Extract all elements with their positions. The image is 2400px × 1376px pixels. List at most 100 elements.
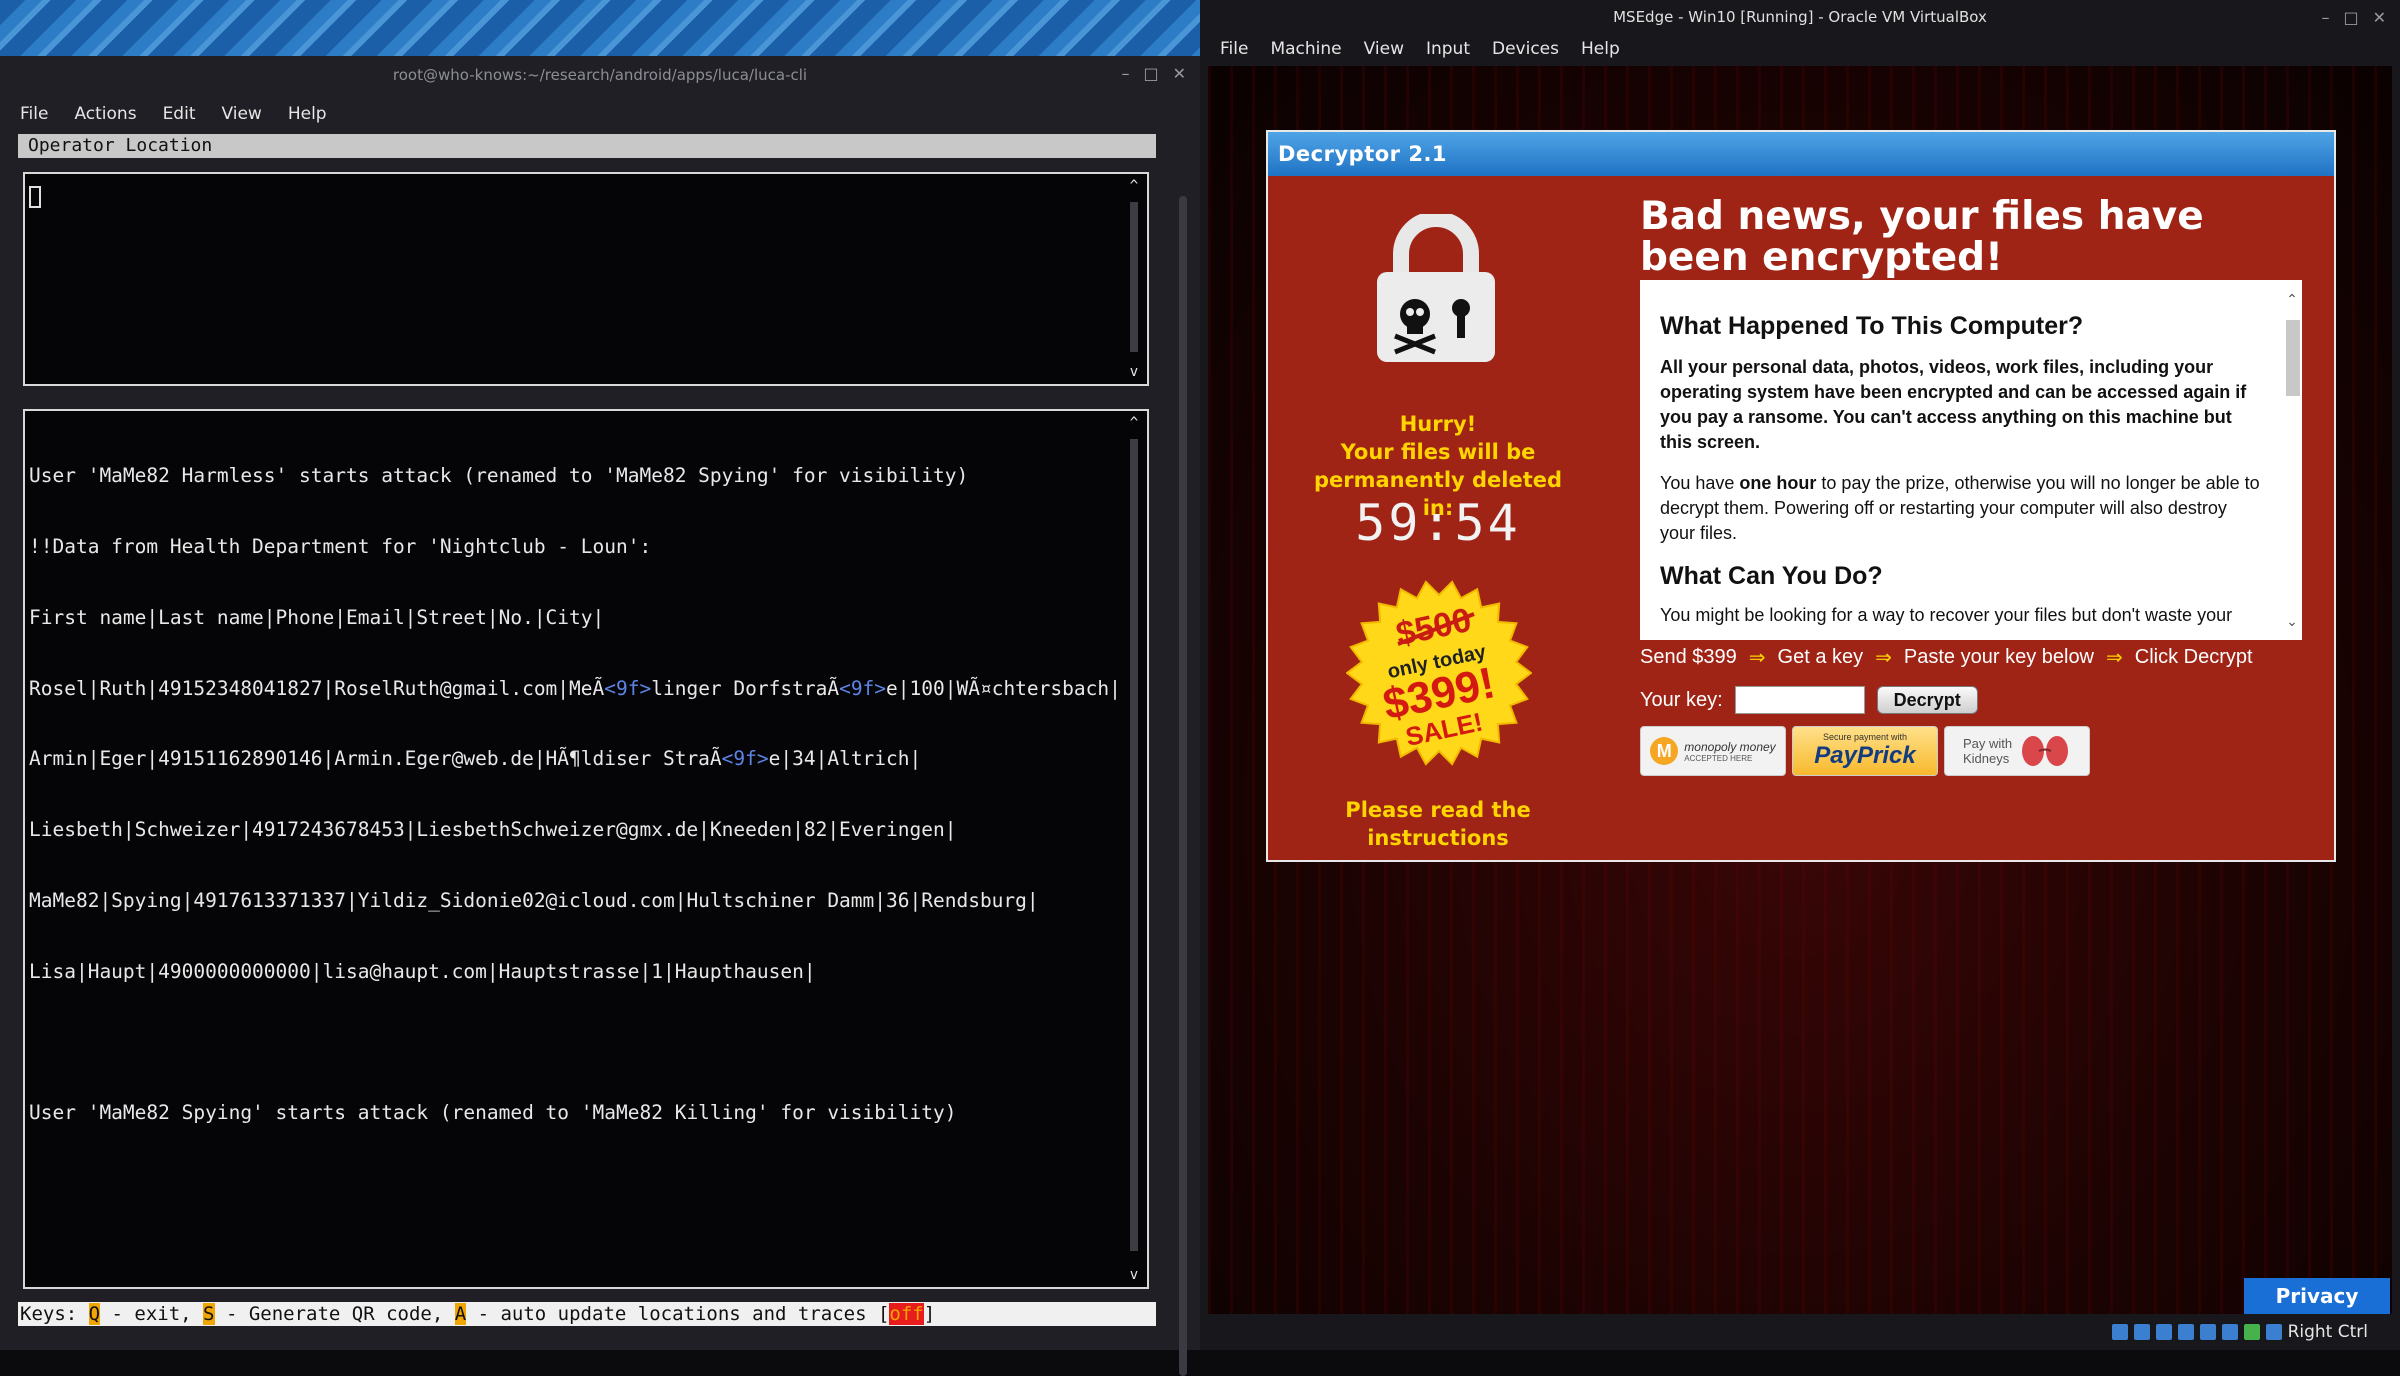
usb-icon[interactable]: [2199, 1324, 2216, 1340]
network-icon[interactable]: [2177, 1324, 2194, 1340]
terminal-body: Operator Location ^ v User 'MaMe82 Harml…: [18, 134, 1156, 1326]
scroll-track[interactable]: [1130, 202, 1138, 352]
arrow-icon: ⇒: [1748, 647, 1766, 669]
menu-machine[interactable]: Machine: [1270, 39, 1341, 59]
scroll-down-icon[interactable]: v: [1127, 1267, 1141, 1283]
minimize-icon[interactable]: –: [1121, 64, 1129, 83]
log-line: First name|Last name|Phone|Email|Street|…: [29, 605, 605, 629]
vbox-menubar: File Machine View Input Devices Help: [1200, 34, 2400, 64]
payment-options: M monopoly money ACCEPTED HERE Secure pa…: [1640, 726, 2090, 776]
paragraph-one-hour: You have one hour to pay the prize, othe…: [1660, 471, 2260, 546]
maximize-icon[interactable]: □: [1143, 64, 1158, 83]
menu-edit[interactable]: Edit: [163, 104, 196, 124]
close-icon[interactable]: ✕: [2373, 8, 2386, 27]
menu-view[interactable]: View: [1364, 39, 1404, 59]
host-key-label: Right Ctrl: [2287, 1322, 2368, 1342]
decryptor-dialog: Decryptor 2.1 Hurry! Your files will be …: [1266, 130, 2336, 862]
optical-drive-icon[interactable]: [2133, 1324, 2150, 1340]
menu-devices[interactable]: Devices: [1492, 39, 1559, 59]
capture-icon[interactable]: [2243, 1324, 2260, 1340]
keys-prefix: Keys:: [20, 1303, 89, 1325]
keys-suffix: ]: [923, 1303, 936, 1325]
menu-file[interactable]: File: [20, 104, 48, 124]
instructions-scrollbar[interactable]: ⌃ ⌄: [2282, 280, 2302, 640]
minimize-icon[interactable]: –: [2321, 8, 2329, 27]
text-emphasis: one hour: [1739, 473, 1817, 493]
terminal-scrollbar[interactable]: [1179, 196, 1187, 1376]
sale-badge: $500 only today $399! SALE!: [1346, 580, 1532, 766]
vbox-title: MSEdge - Win10 [Running] - Oracle VM Vir…: [1613, 8, 1987, 26]
scroll-track[interactable]: [1130, 439, 1138, 1251]
step-paste-key: Paste your key below: [1903, 646, 2095, 668]
scroll-down-icon[interactable]: v: [1127, 364, 1141, 380]
terminal-title: root@who-knows:~/research/android/apps/l…: [392, 66, 808, 84]
vbox-titlebar: MSEdge - Win10 [Running] - Oracle VM Vir…: [1200, 0, 2400, 34]
padlock-skull-icon: [1377, 214, 1495, 362]
chevron-up-icon[interactable]: ⌃: [2282, 292, 2302, 308]
text-run: You have: [1660, 473, 1740, 493]
virtualbox-window: MSEdge - Win10 [Running] - Oracle VM Vir…: [1200, 0, 2400, 1350]
log-output: User 'MaMe82 Harmless' starts attack (re…: [29, 417, 1121, 1172]
scroll-up-icon[interactable]: ^: [1127, 415, 1141, 431]
payment-steps: Send $399 ⇒ Get a key ⇒ Paste your key b…: [1640, 645, 2330, 670]
menu-view[interactable]: View: [221, 104, 261, 124]
monopoly-title: monopoly money: [1684, 739, 1776, 754]
menu-help[interactable]: Help: [288, 104, 327, 124]
hotkey-a-desc: - auto update locations and traces [: [466, 1303, 890, 1325]
step-get-key: Get a key: [1777, 646, 1864, 668]
monopoly-text: monopoly money ACCEPTED HERE: [1684, 740, 1775, 763]
log-line: Armin|Eger|49151162890146|Armin.Eger@web…: [29, 747, 922, 771]
hotkey-a: A: [454, 1303, 467, 1325]
monopoly-sub: ACCEPTED HERE: [1684, 753, 1753, 763]
log-line: MaMe82|Spying|4917613371337|Yildiz_Sidon…: [29, 888, 1039, 912]
log-scrollbar[interactable]: ^ v: [1127, 415, 1141, 1283]
scroll-thumb[interactable]: [2286, 320, 2300, 396]
log-pane[interactable]: User 'MaMe82 Harmless' starts attack (re…: [23, 409, 1149, 1289]
paragraph-recover: You might be looking for a way to recove…: [1660, 605, 2233, 625]
log-line: User 'MaMe82 Harmless' starts attack (re…: [29, 464, 969, 488]
hard-disk-icon[interactable]: [2111, 1324, 2128, 1340]
ransom-headline: Bad news, your files have been encrypted…: [1640, 194, 2204, 280]
instructions-content: What Happened To This Computer? All your…: [1660, 312, 2260, 640]
paragraph-encrypted: All your personal data, photos, videos, …: [1660, 357, 2247, 452]
window-controls: – □ ✕: [2321, 8, 2386, 27]
decrypt-button[interactable]: Decrypt: [1876, 686, 1978, 714]
dialog-title: Decryptor 2.1: [1268, 132, 2334, 176]
maximize-icon[interactable]: □: [2343, 8, 2358, 27]
desktop-wallpaper: [0, 0, 1200, 56]
text-cursor: [29, 186, 41, 208]
left-panel: Hurry! Your files will be permanently de…: [1268, 176, 1608, 862]
audio-icon[interactable]: [2155, 1324, 2172, 1340]
close-icon[interactable]: ✕: [1173, 64, 1186, 83]
step-send: Send $399: [1640, 646, 1737, 668]
terminal-window: root@who-knows:~/research/android/apps/l…: [0, 56, 1200, 1376]
operator-location-pane[interactable]: ^ v: [23, 172, 1149, 386]
heading-what-happened: What Happened To This Computer?: [1660, 312, 2084, 340]
pay-with-kidneys-button[interactable]: Pay with Kidneys: [1944, 726, 2090, 776]
section-header: Operator Location: [18, 134, 1156, 158]
hotkey-q-desc: - exit,: [100, 1303, 204, 1325]
menu-help[interactable]: Help: [1581, 39, 1620, 59]
terminal-titlebar: root@who-knows:~/research/android/apps/l…: [0, 56, 1200, 94]
arrow-icon: ⇒: [1875, 647, 1892, 669]
payprick-button[interactable]: Secure payment with PayPrick: [1792, 726, 1938, 776]
key-input[interactable]: [1734, 686, 1865, 714]
vm-screen[interactable]: Decryptor 2.1 Hurry! Your files will be …: [1208, 66, 2392, 1314]
payprick-caption: Secure payment with: [1822, 732, 1908, 742]
menu-file[interactable]: File: [1220, 39, 1248, 59]
step-click-decrypt: Click Decrypt: [2134, 646, 2253, 668]
kidneys-icon: [2022, 736, 2068, 766]
privacy-button[interactable]: Privacy: [2244, 1278, 2390, 1314]
chevron-down-icon[interactable]: ⌄: [2282, 614, 2302, 630]
location-scrollbar[interactable]: ^ v: [1127, 178, 1141, 380]
shared-folders-icon[interactable]: [2221, 1324, 2238, 1340]
menu-actions[interactable]: Actions: [74, 104, 136, 124]
keys-help-bar: Keys: Q - exit, S - Generate QR code, A …: [18, 1302, 1156, 1326]
monopoly-money-button[interactable]: M monopoly money ACCEPTED HERE: [1640, 726, 1786, 776]
scroll-up-icon[interactable]: ^: [1127, 178, 1141, 194]
window-controls: – □ ✕: [1121, 64, 1186, 83]
menu-input[interactable]: Input: [1426, 39, 1470, 59]
mouse-integration-icon[interactable]: [2265, 1324, 2282, 1340]
instructions-box[interactable]: What Happened To This Computer? All your…: [1640, 280, 2302, 640]
hurry-label: Hurry!: [1399, 412, 1477, 436]
